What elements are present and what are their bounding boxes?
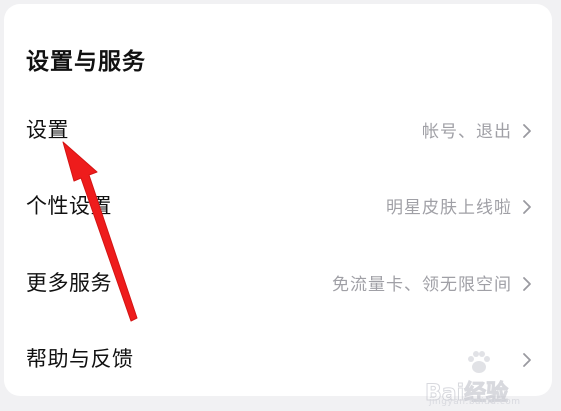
chevron-right-icon <box>523 200 531 214</box>
row-desc-personalization: 明星皮肤上线啦 <box>386 198 512 218</box>
row-personalization[interactable]: 个性设置 明星皮肤上线啦 <box>4 176 552 238</box>
watermark-subtext: jingyan.baidu.com <box>429 397 521 407</box>
row-label-personalization: 个性设置 <box>26 194 112 218</box>
row-desc-settings: 帐号、退出 <box>422 122 512 142</box>
row-desc-more-services: 免流量卡、领无限空间 <box>332 275 512 295</box>
chevron-right-icon <box>523 277 531 291</box>
row-label-more-services: 更多服务 <box>26 271 112 295</box>
paw-icon <box>468 351 490 373</box>
watermark-logo: Bai经验 jingyan.baidu.com <box>424 349 555 409</box>
row-label-settings: 设置 <box>26 118 69 142</box>
row-label-help-feedback: 帮助与反馈 <box>26 347 134 371</box>
section-title: 设置与服务 <box>26 49 146 75</box>
row-more-services[interactable]: 更多服务 免流量卡、领无限空间 <box>4 253 552 315</box>
chevron-right-icon <box>523 124 531 138</box>
settings-card: 设置与服务 设置 帐号、退出 个性设置 明星皮肤上线啦 更多服务 免流量卡、领无… <box>4 4 552 396</box>
row-settings[interactable]: 设置 帐号、退出 <box>4 100 552 162</box>
